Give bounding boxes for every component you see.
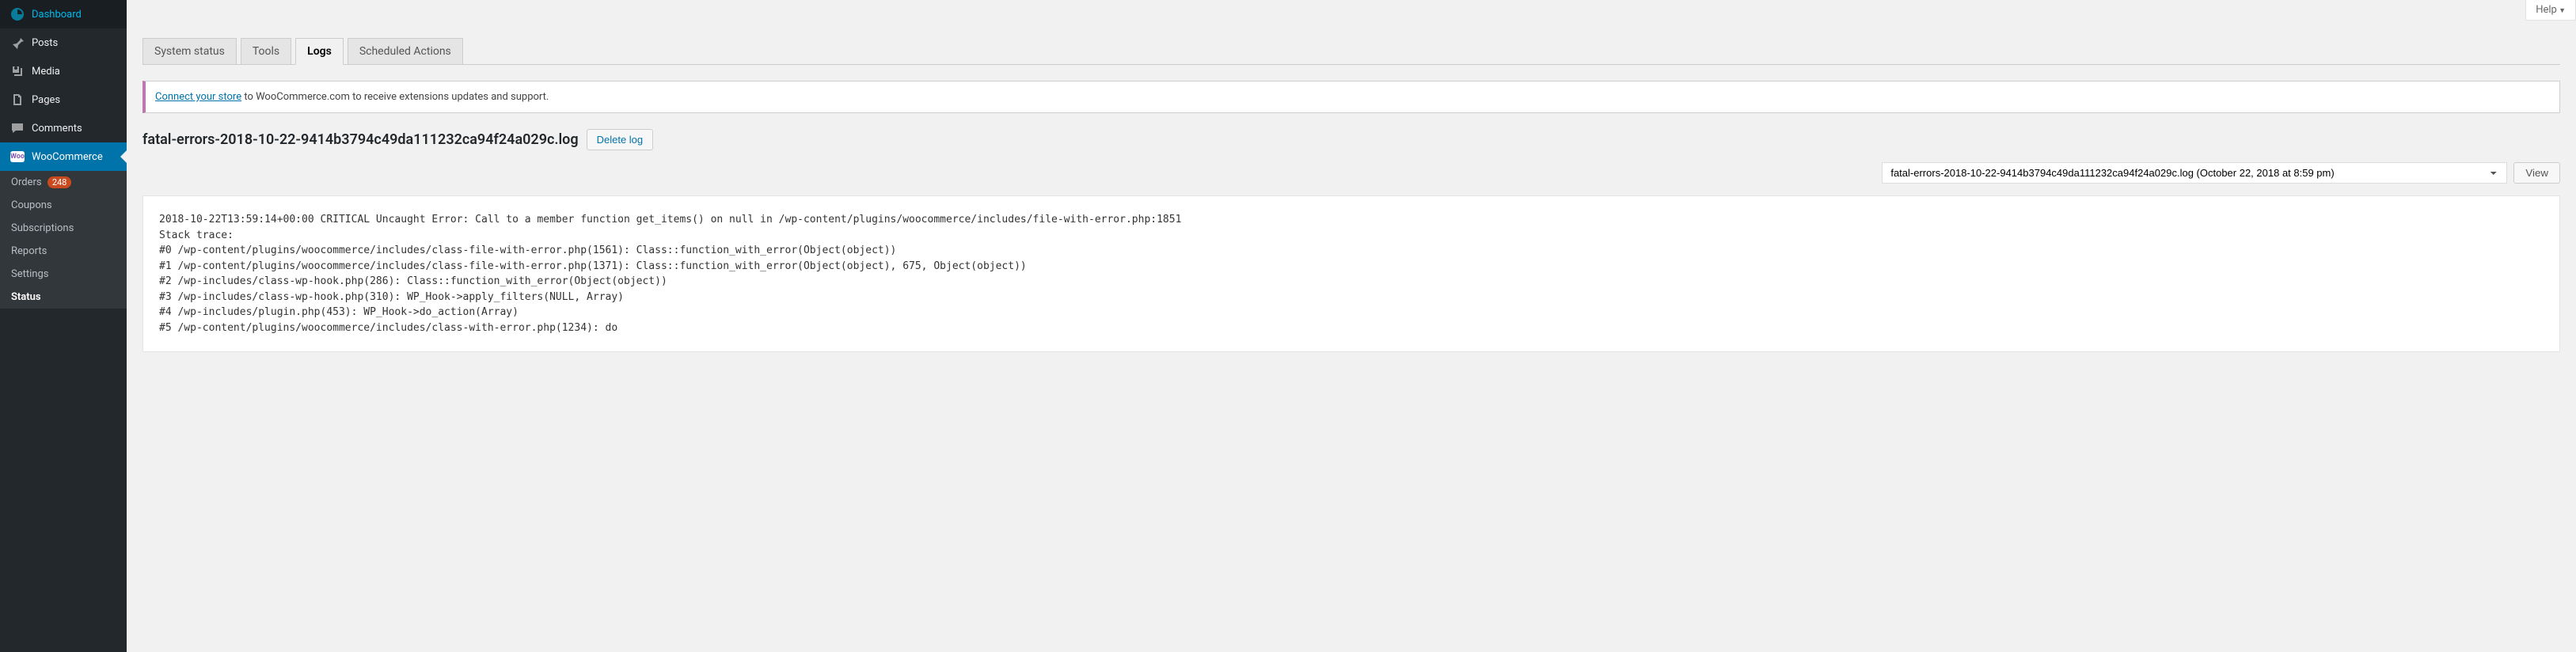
main-content: Help System status Tools Logs Scheduled … [127, 0, 2576, 652]
menu-label: Pages [32, 94, 60, 106]
sidebar-item-woocommerce[interactable]: Woo WooCommerce [0, 142, 127, 171]
sidebar-item-pages[interactable]: Pages [0, 85, 127, 114]
help-tab[interactable]: Help [2525, 0, 2576, 21]
submenu-label: Reports [11, 245, 47, 257]
log-file-title: fatal-errors-2018-10-22-9414b3794c49da11… [142, 131, 579, 148]
menu-label: Dashboard [32, 9, 82, 21]
menu-label: Comments [32, 123, 82, 135]
woocommerce-submenu: Orders 248 Coupons Subscriptions Reports… [0, 171, 127, 309]
submenu-label: Orders [11, 176, 42, 188]
submenu-label: Status [11, 291, 41, 303]
pin-icon [9, 35, 25, 51]
dashboard-icon [9, 6, 25, 22]
sidebar-item-comments[interactable]: Comments [0, 114, 127, 142]
menu-label: WooCommerce [32, 151, 103, 163]
submenu-item-coupons[interactable]: Coupons [0, 194, 127, 217]
submenu-item-settings[interactable]: Settings [0, 263, 127, 286]
media-icon [9, 63, 25, 79]
woocommerce-icon: Woo [9, 149, 25, 165]
submenu-item-status[interactable]: Status [0, 286, 127, 309]
status-tabs: System status Tools Logs Scheduled Actio… [142, 38, 2560, 65]
submenu-item-orders[interactable]: Orders 248 [0, 171, 127, 194]
notice-text: to WooCommerce.com to receive extensions… [241, 91, 549, 103]
submenu-label: Settings [11, 268, 48, 280]
submenu-label: Subscriptions [11, 222, 74, 234]
help-label: Help [2536, 4, 2557, 16]
connect-store-link[interactable]: Connect your store [155, 91, 241, 103]
tab-scheduled-actions[interactable]: Scheduled Actions [348, 38, 463, 65]
submenu-label: Coupons [11, 199, 52, 211]
delete-log-button[interactable]: Delete log [587, 129, 654, 150]
tab-tools[interactable]: Tools [241, 38, 291, 65]
pages-icon [9, 92, 25, 108]
log-file-select[interactable]: fatal-errors-2018-10-22-9414b3794c49da11… [1882, 162, 2507, 184]
orders-count-badge: 248 [47, 176, 72, 188]
tab-logs[interactable]: Logs [295, 38, 344, 65]
log-content-viewer: 2018-10-22T13:59:14+00:00 CRITICAL Uncau… [142, 195, 2560, 352]
log-selector-row: fatal-errors-2018-10-22-9414b3794c49da11… [142, 162, 2560, 184]
submenu-item-reports[interactable]: Reports [0, 240, 127, 263]
admin-sidebar: Dashboard Posts Media Pages Comments Woo… [0, 0, 127, 652]
connect-store-notice: Connect your store to WooCommerce.com to… [142, 81, 2560, 113]
view-button[interactable]: View [2513, 162, 2560, 184]
tab-system-status[interactable]: System status [142, 38, 237, 65]
comments-icon [9, 120, 25, 136]
menu-label: Media [32, 66, 60, 78]
sidebar-item-media[interactable]: Media [0, 57, 127, 85]
menu-label: Posts [32, 37, 58, 49]
log-title-row: fatal-errors-2018-10-22-9414b3794c49da11… [142, 129, 2560, 150]
submenu-item-subscriptions[interactable]: Subscriptions [0, 217, 127, 240]
sidebar-item-dashboard[interactable]: Dashboard [0, 0, 127, 28]
sidebar-item-posts[interactable]: Posts [0, 28, 127, 57]
